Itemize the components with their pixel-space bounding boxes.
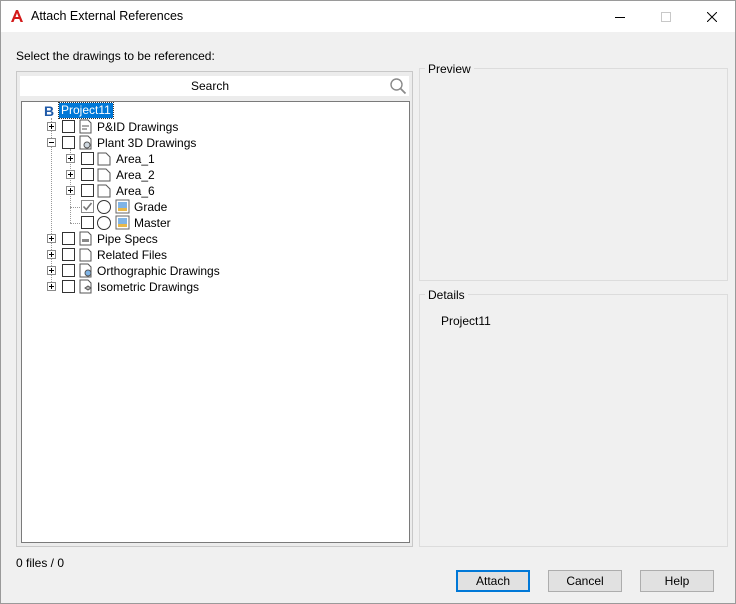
- tree-item-master[interactable]: Master: [22, 215, 222, 231]
- tree-item-pipe-specs[interactable]: Pipe Specs: [22, 231, 282, 247]
- tree-checkbox[interactable]: [81, 200, 94, 213]
- checkmark-icon: [82, 202, 93, 211]
- maximize-button[interactable]: [643, 1, 689, 32]
- tree-item-pid-drawings[interactable]: P&ID Drawings: [22, 119, 282, 135]
- tree-item-label: Area_2: [116, 168, 155, 182]
- tree-radio[interactable]: [97, 216, 111, 230]
- tree-item-area-1[interactable]: Area_1: [22, 151, 222, 167]
- tree-item-label: Related Files: [97, 248, 168, 262]
- expand-toggle[interactable]: [47, 282, 56, 291]
- search-input[interactable]: Search: [20, 76, 409, 96]
- tree-item-area-2[interactable]: Area_2: [22, 167, 222, 183]
- tree-checkbox[interactable]: [81, 152, 94, 165]
- tree-checkbox[interactable]: [62, 120, 75, 133]
- ortho-drawings-icon: [79, 263, 92, 278]
- tree-item-label: Orthographic Drawings: [97, 264, 220, 278]
- minimize-icon: [615, 16, 625, 18]
- tree-item-area-6[interactable]: Area_6: [22, 183, 222, 199]
- details-value: Project11: [441, 314, 491, 328]
- drawings-panel: Search B Project11 P&ID Drawings Plant 3…: [16, 71, 413, 547]
- expand-toggle[interactable]: [47, 234, 56, 243]
- tree-item-plant3d-drawings[interactable]: Plant 3D Drawings: [22, 135, 282, 151]
- tree-checkbox[interactable]: [81, 184, 94, 197]
- tree-item-label: Area_1: [116, 152, 155, 166]
- tree-checkbox[interactable]: [62, 264, 75, 277]
- close-icon: [707, 11, 717, 22]
- cancel-button[interactable]: Cancel: [548, 570, 622, 592]
- tree-checkbox[interactable]: [62, 248, 75, 261]
- close-button[interactable]: [689, 1, 735, 32]
- expand-toggle[interactable]: [47, 122, 56, 131]
- plant3d-drawings-icon: [79, 135, 92, 150]
- tree-item-label: Master: [134, 216, 171, 230]
- minimize-button[interactable]: [597, 1, 643, 32]
- drawing-file-icon: [115, 215, 130, 230]
- tree-item-isometric-drawings[interactable]: Isometric Drawings: [22, 279, 282, 295]
- tree-item-label: Isometric Drawings: [97, 280, 200, 294]
- expand-toggle[interactable]: [47, 250, 56, 259]
- details-title: Details: [425, 288, 468, 302]
- window-title: Attach External References: [31, 9, 184, 23]
- maximize-icon: [661, 11, 671, 22]
- search-icon[interactable]: [389, 77, 407, 95]
- folder-icon: [97, 168, 111, 182]
- tree-item-orthographic-drawings[interactable]: Orthographic Drawings: [22, 263, 282, 279]
- tree-item-grade[interactable]: Grade: [22, 199, 222, 215]
- tree-checkbox[interactable]: [62, 136, 75, 149]
- folder-icon: [97, 152, 111, 166]
- project-b-icon: B: [44, 103, 54, 118]
- search-label: Search: [190, 79, 230, 93]
- autocad-a-icon: [11, 10, 23, 22]
- expand-toggle[interactable]: [66, 186, 75, 195]
- tree-checkbox[interactable]: [62, 280, 75, 293]
- tree-checkbox[interactable]: [81, 168, 94, 181]
- tree-radio[interactable]: [97, 200, 111, 214]
- status-text: 0 files / 0: [16, 556, 65, 570]
- instruction-label: Select the drawings to be referenced:: [16, 49, 215, 63]
- tree-root-label: Project11: [58, 102, 114, 119]
- preview-title: Preview: [425, 62, 474, 76]
- expand-toggle[interactable]: [66, 154, 75, 163]
- drawings-tree[interactable]: B Project11 P&ID Drawings Plant 3D Drawi…: [21, 101, 410, 543]
- tree-item-label: Plant 3D Drawings: [97, 136, 197, 150]
- collapse-toggle[interactable]: [47, 138, 56, 147]
- tree-item-label: P&ID Drawings: [97, 120, 179, 134]
- folder-icon: [97, 184, 111, 198]
- tree-item-label: Grade: [134, 200, 168, 214]
- tree-checkbox[interactable]: [81, 216, 94, 229]
- related-files-icon: [79, 248, 92, 262]
- tree-item-related-files[interactable]: Related Files: [22, 247, 282, 263]
- expand-toggle[interactable]: [66, 170, 75, 179]
- drawing-file-icon: [115, 199, 130, 214]
- tree-checkbox[interactable]: [62, 232, 75, 245]
- iso-drawings-icon: [79, 279, 92, 294]
- preview-panel: [419, 68, 728, 281]
- details-panel: [419, 294, 728, 547]
- pid-drawings-icon: [79, 119, 92, 134]
- pipe-specs-icon: [79, 231, 92, 246]
- help-button[interactable]: Help: [640, 570, 714, 592]
- svg-text:B: B: [44, 103, 54, 118]
- attach-external-references-dialog: Attach External References Select the dr…: [0, 0, 736, 604]
- tree-item-label: Pipe Specs: [97, 232, 158, 246]
- attach-button[interactable]: Attach: [456, 570, 530, 592]
- tree-item-label: Area_6: [116, 184, 155, 198]
- expand-toggle[interactable]: [47, 266, 56, 275]
- tree-root-project[interactable]: B Project11: [42, 102, 182, 119]
- title-bar: Attach External References: [1, 1, 735, 32]
